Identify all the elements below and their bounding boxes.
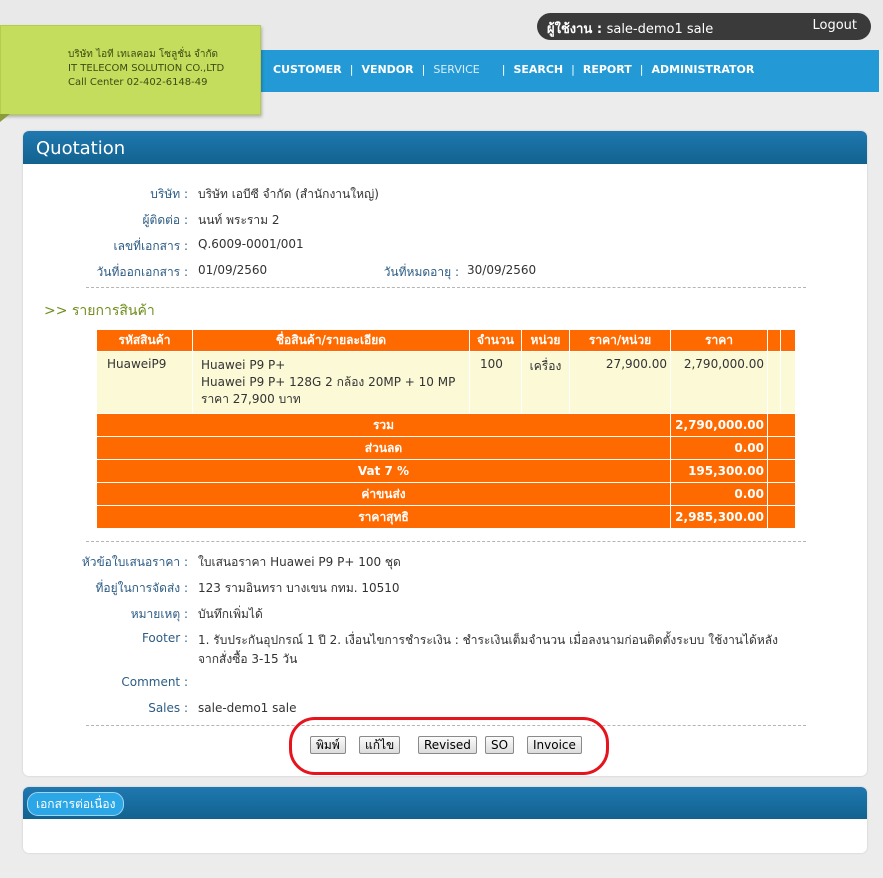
nav-separator: | xyxy=(501,63,506,76)
footer-line: 1. รับประกันอุปกรณ์ 1 ปี 2. เงื่อนไขการช… xyxy=(198,633,778,647)
cell-unit-price: 27,900.00 xyxy=(569,351,671,414)
product-section-title: >> รายการสินค้า xyxy=(44,303,155,319)
cell-unit: เครื่อง xyxy=(521,351,570,414)
user-info: ผู้ใช้งาน : sale-demo1 sale xyxy=(547,18,713,39)
cell-price: 2,790,000.00 xyxy=(670,351,768,414)
sales-label: Sales : xyxy=(148,701,188,715)
nav-separator: | xyxy=(421,63,426,76)
subject-label: หัวข้อใบเสนอราคา : xyxy=(81,555,188,569)
address-label: ที่อยู่ในการจัดส่ง : xyxy=(95,581,188,595)
company-name-th: บริษัท ไอที เทเลคอม โซลูชั่น จำกัด xyxy=(68,49,219,60)
summary-value-net: 2,985,300.00 xyxy=(670,505,768,529)
summary-label-total: รวม xyxy=(96,413,671,437)
note-label: หมายเหตุ : xyxy=(130,607,188,621)
doc-no-value: Q.6009-0001/001 xyxy=(198,237,304,251)
page-title: Quotation xyxy=(36,138,126,159)
nav-separator: | xyxy=(639,63,644,76)
cell-code: HuaweiP9 xyxy=(96,351,193,414)
user-name: sale-demo1 sale xyxy=(606,22,714,37)
col-header-code: รหัสสินค้า xyxy=(96,329,193,352)
summary-label-vat: Vat 7 % xyxy=(96,459,671,483)
desc-line: ราคา 27,900 บาท xyxy=(201,392,301,406)
summary-row: Vat 7 % 195,300.00 xyxy=(96,459,796,483)
divider xyxy=(86,541,806,542)
note-fold xyxy=(0,114,10,122)
nav-vendor[interactable]: VENDOR xyxy=(361,63,413,76)
expire-date-label: วันที่หมดอายุ : xyxy=(383,265,459,279)
nav-report[interactable]: REPORT xyxy=(583,63,632,76)
logout-link[interactable]: Logout xyxy=(812,18,857,33)
continuation-panel: เอกสารต่อเนื่อง xyxy=(23,787,867,853)
nav-separator: | xyxy=(571,63,575,76)
company-value: บริษัท เอบีซี จำกัด (สำนักงานใหญ่) xyxy=(198,187,379,201)
summary-row: ส่วนลด 0.00 xyxy=(96,436,796,460)
col-header-unit: หน่วย xyxy=(521,329,570,352)
comment-label: Comment : xyxy=(121,675,188,689)
col-header-extra xyxy=(767,329,781,352)
continuation-tab[interactable]: เอกสารต่อเนื่อง xyxy=(27,792,125,816)
user-label: ผู้ใช้งาน : xyxy=(547,22,607,37)
nav-search[interactable]: SEARCH xyxy=(513,63,563,76)
doc-no-label: เลขที่เอกสาร : xyxy=(113,239,188,253)
summary-value-discount: 0.00 xyxy=(670,436,768,460)
desc-line: Huawei P9 P+ 128G 2 กล้อง 20MP + 10 MP xyxy=(201,375,456,389)
quotation-header: Quotation xyxy=(23,131,867,164)
footer-line: จากสั่งซื้อ 3-15 วัน xyxy=(198,652,298,666)
issue-date-value: 01/09/2560 xyxy=(198,263,268,277)
continuation-header: เอกสารต่อเนื่อง xyxy=(23,787,867,819)
summary-row: ราคาสุทธิ 2,985,300.00 xyxy=(96,505,796,529)
contact-label: ผู้ติดต่อ : xyxy=(142,213,188,227)
col-header-name: ชื่อสินค้า/รายละเอียด xyxy=(192,329,470,352)
company-label: บริษัท : xyxy=(150,187,188,201)
summary-value-vat: 195,300.00 xyxy=(670,459,768,483)
expire-date-value: 30/09/2560 xyxy=(467,263,537,277)
nav-administrator[interactable]: ADMINISTRATOR xyxy=(651,63,754,76)
summary-value-total: 2,790,000.00 xyxy=(670,413,768,437)
table-row: HuaweiP9 Huawei P9 P+ Huawei P9 P+ 128G … xyxy=(96,351,796,414)
user-bar: ผู้ใช้งาน : sale-demo1 sale Logout xyxy=(537,13,871,40)
desc-line: Huawei P9 P+ xyxy=(201,358,286,372)
company-logo-note: บริษัท ไอที เทเลคอม โซลูชั่น จำกัด IT TE… xyxy=(0,25,261,115)
note-value: บันทึกเพิ่มได้ xyxy=(198,607,263,621)
summary-row: ค่าขนส่ง 0.00 xyxy=(96,482,796,506)
col-header-price: ราคา xyxy=(670,329,768,352)
col-header-unit-price: ราคา/หน่วย xyxy=(569,329,671,352)
col-header-extra xyxy=(780,329,796,352)
col-header-qty: จำนวน xyxy=(469,329,522,352)
issue-date-label: วันที่ออกเอกสาร : xyxy=(96,265,188,279)
address-value: 123 รามอินทรา บางเขน กทม. 10510 xyxy=(198,581,400,595)
company-name-en: IT TELECOM SOLUTION CO.,LTD xyxy=(68,63,225,74)
table-header-row: รหัสสินค้า ชื่อสินค้า/รายละเอียด จำนวน ห… xyxy=(96,329,796,352)
nav-customer[interactable]: CUSTOMER xyxy=(273,63,342,76)
divider xyxy=(86,287,806,288)
nav-service[interactable]: SERVICE xyxy=(433,63,479,76)
summary-label-shipping: ค่าขนส่ง xyxy=(96,482,671,506)
summary-value-shipping: 0.00 xyxy=(670,482,768,506)
summary-label-discount: ส่วนลด xyxy=(96,436,671,460)
highlight-annotation xyxy=(289,717,609,775)
footer-label: Footer : xyxy=(141,631,188,645)
subject-value: ใบเสนอราคา Huawei P9 P+ 100 ชุด xyxy=(198,555,401,569)
cell-description: Huawei P9 P+ Huawei P9 P+ 128G 2 กล้อง 2… xyxy=(192,351,470,414)
summary-label-net: ราคาสุทธิ xyxy=(96,505,671,529)
product-table: รหัสสินค้า ชื่อสินค้า/รายละเอียด จำนวน ห… xyxy=(96,329,796,529)
nav-separator: | xyxy=(349,63,354,76)
summary-row: รวม 2,790,000.00 xyxy=(96,413,796,437)
company-call-center: Call Center 02-402-6148-49 xyxy=(68,77,208,88)
sales-value: sale-demo1 sale xyxy=(198,701,297,715)
cell-qty: 100 xyxy=(469,351,522,414)
contact-value: นนท์ พระราม 2 xyxy=(198,213,280,227)
cell-extra xyxy=(767,351,781,414)
cell-extra xyxy=(780,351,796,414)
